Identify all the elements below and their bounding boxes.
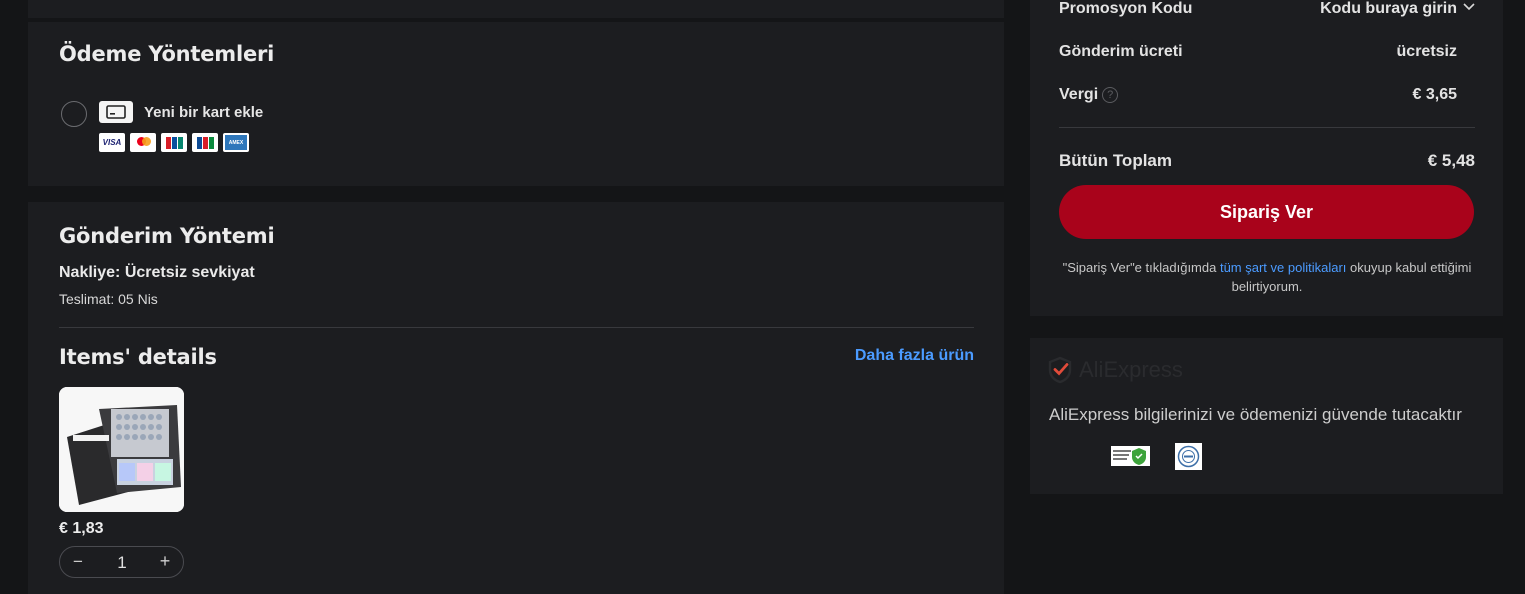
- shipping-fee-label: Gönderim ücreti: [1059, 43, 1183, 60]
- jcb-icon: [192, 133, 218, 152]
- more-items-link[interactable]: Daha fazla ürün: [855, 347, 974, 365]
- grand-total-label: Bütün Toplam: [1059, 151, 1172, 170]
- visa-logo-text: VISA: [102, 138, 122, 147]
- promo-code-label: Promosyon Kodu: [1059, 0, 1193, 17]
- delivery-date: Teslimat: 05 Nis: [59, 291, 158, 307]
- security-card: AliExpress AliExpress bilgilerinizi ve ö…: [1030, 338, 1503, 494]
- visa-icon: VISA: [99, 133, 125, 152]
- quantity-input[interactable]: 1: [100, 553, 144, 573]
- quantity-stepper: − 1 +: [59, 546, 184, 578]
- terms-text-before: "Sipariş Ver"e tıkladığımda: [1062, 260, 1220, 275]
- promo-code-toggle[interactable]: Kodu buraya girin: [1320, 0, 1475, 18]
- add-new-card-label[interactable]: Yeni bir kart ekle: [144, 104, 263, 121]
- unionpay-icon: [161, 133, 187, 152]
- credit-card-icon: [99, 101, 133, 123]
- place-order-button[interactable]: Sipariş Ver: [1059, 185, 1474, 239]
- divider: [59, 327, 974, 328]
- security-message: AliExpress bilgilerinizi ve ödemenizi gü…: [1049, 405, 1462, 424]
- question-icon[interactable]: ?: [1102, 87, 1119, 103]
- mastercard-icon: [130, 133, 156, 152]
- checkout-page: Ödeme Yöntemleri Yeni bir kart ekle VISA…: [0, 0, 1525, 594]
- shipping-fee-value: ücretsiz: [1396, 43, 1457, 60]
- payment-methods-title: Ödeme Yöntemleri: [59, 42, 275, 66]
- aliexpress-security-logo: AliExpress: [1047, 356, 1183, 384]
- promo-code-placeholder: Kodu buraya girin: [1320, 0, 1457, 17]
- shipping-method-title: Gönderim Yöntemi: [59, 224, 275, 248]
- security-certificate-badge: [1111, 446, 1150, 466]
- card-brand-logos: VISA AMEX: [99, 133, 249, 152]
- product-thumbnail[interactable]: [59, 387, 184, 512]
- add-card-radio[interactable]: [61, 101, 87, 127]
- terms-notice: "Sipariş Ver"e tıkladığımda tüm şart ve …: [1059, 258, 1475, 296]
- shipping-fee-row: Gönderim ücreti ücretsiz: [1059, 43, 1475, 61]
- increase-quantity-button[interactable]: +: [155, 551, 175, 572]
- shipping-method-value: Nakliye: Ücretsiz sevkiyat: [59, 264, 255, 281]
- divider: [1059, 127, 1475, 128]
- shipping-method-card: Gönderim Yöntemi Nakliye: Ücretsiz sevki…: [28, 202, 1004, 594]
- order-summary-card: Promosyon Kodu Kodu buraya girin Gönderi…: [1030, 0, 1503, 316]
- tax-row: Vergi? € 3,65: [1059, 86, 1475, 104]
- promo-code-row[interactable]: Promosyon Kodu Kodu buraya girin: [1059, 0, 1475, 18]
- items-details-title: Items' details: [59, 345, 217, 369]
- tax-value: € 3,65: [1412, 86, 1457, 103]
- shield-check-icon: [1048, 356, 1072, 384]
- item-price: € 1,83: [59, 520, 104, 537]
- top-card-stub: [28, 0, 1004, 18]
- amex-icon: AMEX: [223, 133, 249, 152]
- terms-link[interactable]: tüm şart ve politikaları: [1220, 260, 1346, 275]
- grand-total-value: € 5,48: [1427, 151, 1475, 170]
- iso-certificate-badge: [1175, 443, 1202, 470]
- payment-methods-card: Ödeme Yöntemleri Yeni bir kart ekle VISA…: [28, 22, 1004, 186]
- aliexpress-brand-text: AliExpress: [1079, 357, 1183, 382]
- grand-total-row: Bütün Toplam € 5,48: [1059, 151, 1475, 171]
- decrease-quantity-button[interactable]: −: [68, 552, 88, 572]
- tax-label: Vergi: [1059, 86, 1099, 103]
- chevron-down-icon: [1463, 3, 1475, 11]
